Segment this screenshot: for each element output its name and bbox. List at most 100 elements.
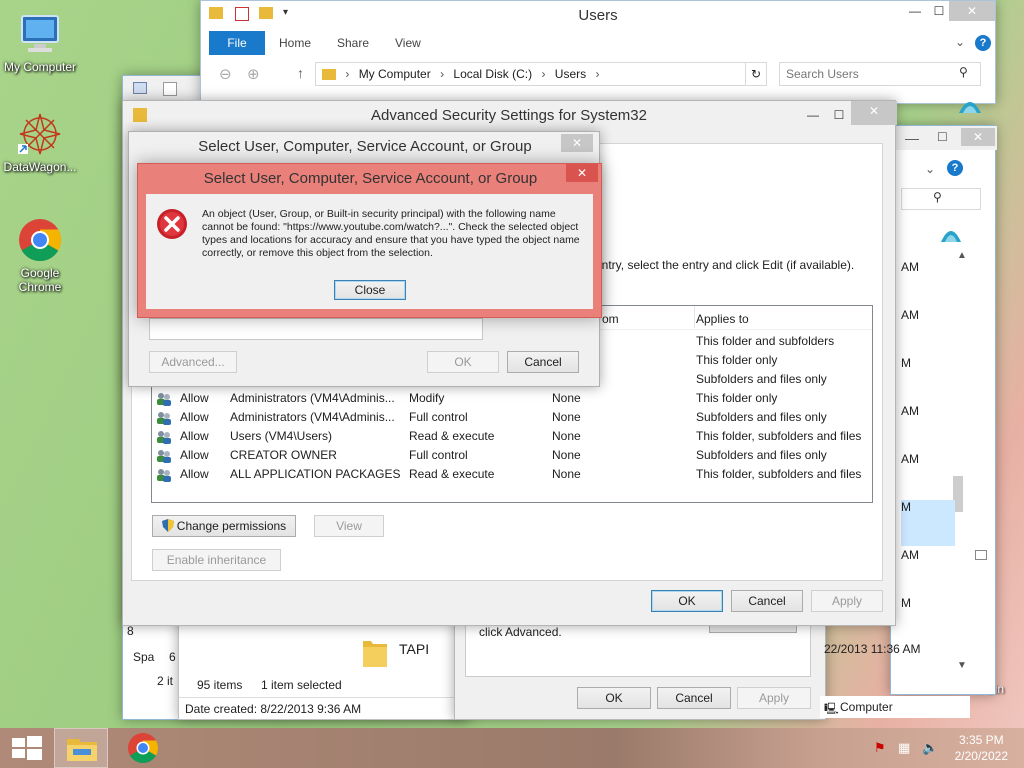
maximize-icon[interactable]: ☐ [937,130,948,144]
enable-inheritance-button[interactable]: Enable inheritance [152,549,281,571]
cell-applies: This folder, subfolders and files [696,467,862,481]
chevron-down-icon[interactable]: ⌄ [955,35,965,49]
table-row[interactable]: Allow CREATOR OWNER Full control None Su… [152,446,872,465]
tab-file[interactable]: File [209,31,265,55]
column-header-applies-to[interactable]: Applies to [696,312,749,326]
properties-icon[interactable] [133,82,147,94]
clock[interactable]: 3:35 PM 2/20/2022 [955,732,1008,764]
apply-button[interactable]: Apply [811,590,883,612]
cell-principal: Administrators (VM4\Adminis... [230,410,395,424]
user-group-icon [156,467,172,483]
search-icon[interactable]: ⚲ [933,190,942,204]
details-view-icon[interactable] [975,550,987,560]
partial-text: 6 [169,650,176,664]
close-dialog-button[interactable]: Close [334,280,406,300]
computer-icon [16,10,64,58]
close-button[interactable]: ✕ [851,101,897,125]
cell-type: Allow [180,391,209,405]
network-icon [957,95,983,117]
close-button[interactable]: ✕ [961,128,995,146]
cell-applies: This folder only [696,391,778,405]
breadcrumb-item[interactable]: Users [555,67,586,81]
close-button[interactable]: ✕ [566,164,598,182]
refresh-icon[interactable]: ↻ [745,62,767,86]
user-group-icon [156,448,172,464]
error-dialog: Select User, Computer, Service Account, … [137,163,602,318]
cell-inherited: None [552,448,581,462]
ok-button[interactable]: OK [651,590,723,612]
advanced-button[interactable]: Advanced... [149,351,237,373]
user-group-icon [156,410,172,426]
address-bar[interactable]: › My Computer › Local Disk (C:) › Users … [315,62,767,86]
cell-access: Full control [409,448,468,462]
taskbar-chrome[interactable] [116,728,170,768]
table-row[interactable]: Allow Administrators (VM4\Adminis... Ful… [152,408,872,427]
maximize-icon[interactable]: ☐ [825,105,853,125]
action-center-flag-icon[interactable]: ⚑ [874,740,886,756]
modified-time: AM [901,308,919,322]
desktop-icon-my-computer[interactable]: My Computer [0,10,80,74]
ok-button[interactable]: OK [427,351,499,373]
help-icon[interactable]: ? [947,160,963,176]
forward-icon[interactable]: ⊕ [247,65,260,83]
tab-home[interactable]: Home [279,36,311,50]
close-button[interactable]: ✕ [561,134,593,152]
new-document-icon[interactable] [163,82,177,96]
back-icon[interactable]: ⊖ [219,65,232,83]
modified-time: M [901,356,911,370]
desktop-icon-datawagon[interactable]: DataWagon... [0,110,80,174]
chevron-right-icon: › [541,67,546,81]
cell-inherited: None [552,467,581,481]
cancel-button[interactable]: Cancel [731,590,803,612]
explorer-window-users: ▾ Users — ☐ ✕ File Home Share View ⌄ ? ⊖… [200,0,996,113]
network-tray-icon[interactable]: ▦ [898,740,910,756]
up-icon[interactable]: ↑ [297,65,304,81]
ok-button[interactable]: OK [577,687,651,709]
cell-type: Allow [180,467,209,481]
cancel-button[interactable]: Cancel [507,351,579,373]
clock-time: 3:35 PM [958,733,1004,747]
tab-view[interactable]: View [395,36,421,50]
partial-text: Spa [133,650,155,664]
table-row[interactable]: Allow Users (VM4\Users) Read & execute N… [152,427,872,446]
chevron-down-icon[interactable]: ⌄ [925,162,935,176]
dialog-title: Select User, Computer, Service Account, … [198,138,532,155]
desktop-icon-label: My Computer [3,60,77,74]
desktop-icon-label: DataWagon... [3,160,77,174]
close-button[interactable]: ✕ [949,1,995,21]
apply-button[interactable]: Apply [737,687,811,709]
chevron-right-icon: › [440,67,445,81]
cell-type: Allow [180,429,209,443]
search-icon[interactable]: ⚲ [959,65,968,79]
error-message: An object (User, Group, or Built-in secu… [202,208,580,259]
volume-muted-icon[interactable]: 🔈 [922,740,938,756]
desktop-icon-google-chrome[interactable]: Google Chrome [0,216,80,294]
help-icon[interactable]: ? [975,35,991,51]
cell-applies: Subfolders and files only [696,410,827,424]
tab-share[interactable]: Share [337,36,369,50]
change-permissions-button[interactable]: Change permissions [152,515,296,537]
object-names-input[interactable] [149,318,483,340]
desktop-icon-label: Google Chrome [18,266,62,294]
start-button[interactable] [0,728,54,768]
folder-icon [361,635,389,669]
taskbar-file-explorer[interactable] [54,728,108,768]
computer-label: Computer [840,700,893,714]
table-row[interactable]: Allow ALL APPLICATION PACKAGES Read & ex… [152,465,872,484]
table-row[interactable]: Allow Administrators (VM4\Adminis... Mod… [152,389,872,408]
breadcrumb-item[interactable]: My Computer [359,67,431,81]
folder-name[interactable]: TAPI [399,641,429,657]
search-input[interactable]: Search Users [779,62,981,86]
breadcrumb-item[interactable]: Local Disk (C:) [453,67,532,81]
cancel-button[interactable]: Cancel [657,687,731,709]
cell-principal: ALL APPLICATION PACKAGES [230,467,401,481]
minimize-icon[interactable]: — [799,105,827,125]
datawagon-icon [16,110,64,158]
view-button[interactable]: View [314,515,384,537]
minimize-icon[interactable]: — [905,130,919,146]
date-modified: 22/2013 11:36 AM [824,642,921,656]
scroll-down-icon[interactable]: ▼ [957,660,967,671]
cell-inherited: None [552,410,581,424]
scroll-up-icon[interactable]: ▲ [957,250,967,261]
status-item-count: 95 items [197,678,243,692]
